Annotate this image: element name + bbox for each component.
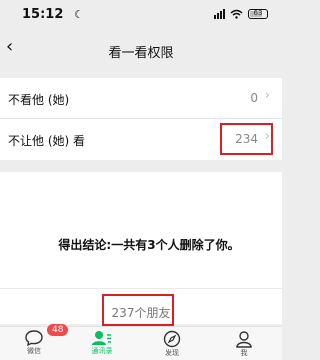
tab-label: 微信: [27, 347, 41, 355]
setting-row-hide-them[interactable]: 不看他 (她) 0 ›: [0, 78, 282, 119]
tab-label: 通讯录: [91, 347, 113, 355]
tab-discover[interactable]: 发现: [152, 330, 192, 358]
nav-bar: ‹ 看一看权限: [0, 30, 282, 70]
chat-icon: [25, 330, 43, 346]
tab-chats[interactable]: 48 微信: [14, 324, 69, 356]
tab-bar: 48 微信 通讯录 发现 我: [0, 324, 282, 360]
unread-badge: 48: [47, 324, 69, 336]
contacts-icon: [92, 331, 111, 345]
highlight-box: [220, 123, 273, 155]
setting-label: 不让他 (她) 看: [8, 134, 85, 148]
setting-row-block-them[interactable]: 不让他 (她) 看 234 ›: [0, 119, 282, 160]
setting-label: 不看他 (她): [8, 93, 70, 107]
settings-list: 不看他 (她) 0 › 不让他 (她) 看 234 ›: [0, 78, 282, 160]
wifi-icon: [230, 9, 243, 19]
highlight-box: [102, 294, 174, 326]
compass-icon: [163, 330, 181, 348]
tab-label: 我: [240, 349, 248, 357]
conclusion-text: 得出结论:一共有3个人删除了你。: [58, 238, 240, 252]
page-title: 看一看权限: [108, 46, 174, 61]
divider: [0, 288, 282, 289]
battery-icon: 63: [248, 9, 268, 19]
tab-label: 发现: [165, 349, 179, 357]
tab-me[interactable]: 我: [224, 330, 264, 358]
setting-value: 0: [250, 91, 258, 105]
status-bar: 15:12 ☾ 63: [0, 0, 282, 30]
moon-icon: ☾: [74, 8, 84, 21]
signal-icon: [214, 9, 225, 19]
chevron-right-icon: ›: [264, 88, 270, 103]
person-icon: [236, 331, 252, 348]
tab-contacts[interactable]: 通讯录: [82, 330, 122, 356]
status-time: 15:12: [22, 7, 64, 22]
